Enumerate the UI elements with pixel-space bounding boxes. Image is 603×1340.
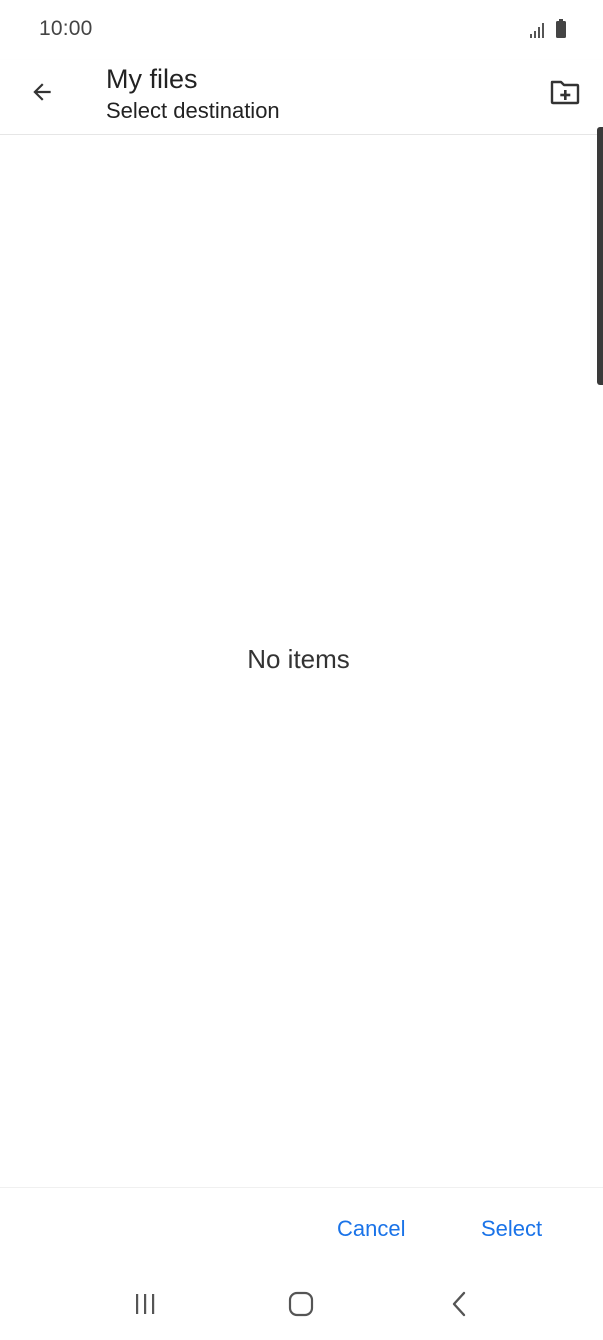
page-subtitle: Select destination: [106, 98, 280, 123]
home-button[interactable]: [279, 1288, 323, 1324]
cancel-button[interactable]: Cancel: [337, 1216, 405, 1242]
select-button[interactable]: Select: [481, 1216, 542, 1242]
arrow-back-icon: [29, 79, 55, 110]
title-block: My files Select destination: [106, 62, 280, 125]
recents-button[interactable]: [123, 1288, 167, 1324]
empty-state-message: No items: [247, 644, 350, 674]
system-back-button[interactable]: [437, 1288, 481, 1324]
back-icon: [450, 1291, 468, 1322]
recents-icon: [133, 1293, 157, 1320]
new-folder-button[interactable]: [543, 72, 587, 116]
battery-icon: [555, 19, 567, 43]
app-bar: My files Select destination: [0, 60, 603, 135]
status-bar: 10:00: [0, 0, 603, 60]
create-new-folder-icon: [550, 79, 580, 110]
scrollbar[interactable]: [597, 127, 603, 385]
home-icon: [288, 1291, 314, 1322]
back-button[interactable]: [20, 72, 64, 116]
navigation-bar: [0, 1270, 603, 1340]
status-icons: [529, 19, 567, 43]
page-title: My files: [106, 64, 198, 94]
action-bar: Cancel Select: [0, 1187, 603, 1270]
file-picker-screen: 10:00 My files Select destination No ite…: [0, 0, 603, 1340]
status-time: 10:00: [39, 17, 93, 40]
signal-icon: [529, 22, 547, 43]
